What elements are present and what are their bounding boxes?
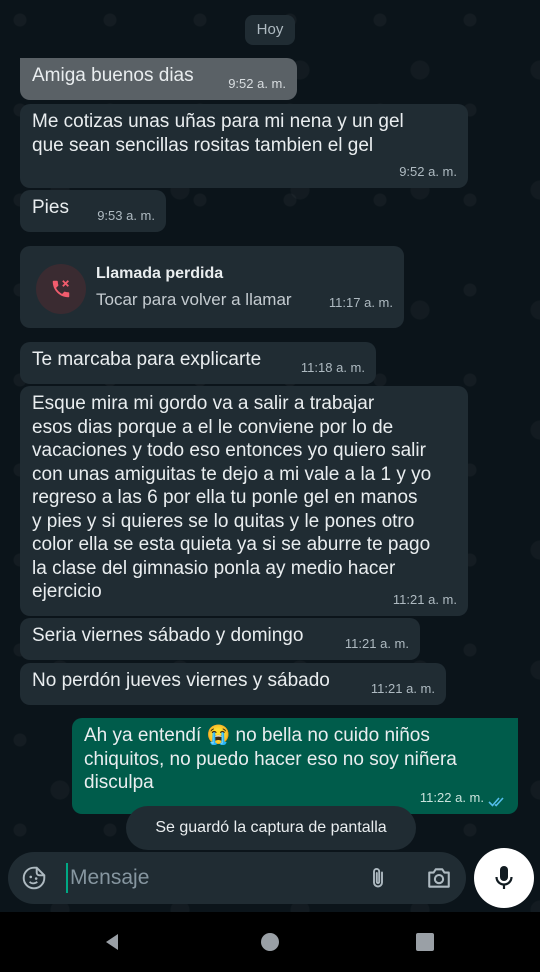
back-icon[interactable] bbox=[100, 930, 124, 954]
message-time: 11:22 a. m. bbox=[419, 789, 484, 805]
double-check-read-icon bbox=[488, 797, 504, 807]
message-bubble-outgoing[interactable]: Ah ya entendí 😭 no bella no cuido niños … bbox=[72, 718, 518, 814]
voice-message-button[interactable] bbox=[474, 848, 534, 908]
message-time: 11:21 a. m. bbox=[370, 680, 435, 696]
message-text: Ah ya entendí 😭 no bella no cuido niños … bbox=[84, 725, 457, 793]
message-time: 11:18 a. m. bbox=[300, 359, 365, 375]
home-icon[interactable] bbox=[258, 930, 282, 954]
message-bubble-incoming[interactable]: Me cotizas unas uñas para mi nena y un g… bbox=[20, 104, 468, 188]
message-bubble-incoming[interactable]: Te marcaba para explicarte 11:18 a. m. bbox=[20, 342, 376, 384]
message-input[interactable] bbox=[66, 863, 340, 893]
message-time: 11:17 a. m. bbox=[328, 294, 393, 310]
missed-call-subtitle: Tocar para volver a llamar bbox=[96, 290, 292, 309]
screenshot-saved-toast: Se guardó la captura de pantalla bbox=[126, 806, 416, 850]
message-time: 11:21 a. m. bbox=[392, 591, 457, 607]
missed-call-bubble[interactable]: Llamada perdida Tocar para volver a llam… bbox=[20, 246, 404, 328]
message-text: Te marcaba para explicarte bbox=[32, 349, 262, 370]
message-composer bbox=[8, 852, 466, 904]
message-text: No perdón jueves viernes y sábado bbox=[32, 670, 330, 691]
message-bubble-incoming[interactable]: No perdón jueves viernes y sábado 11:21 … bbox=[20, 663, 446, 705]
system-navigation-bar bbox=[0, 912, 540, 972]
message-text: Seria viernes sábado y domingo bbox=[32, 625, 304, 646]
message-text: Esque mira mi gordo va a salir a trabaja… bbox=[32, 393, 432, 602]
sticker-icon[interactable] bbox=[20, 864, 48, 892]
message-text: Amiga buenos dias bbox=[32, 65, 194, 86]
message-text: Me cotizas unas uñas para mi nena y un g… bbox=[32, 111, 404, 156]
recents-icon[interactable] bbox=[413, 930, 437, 954]
crying-laughing-emoji: 😭 bbox=[206, 725, 231, 746]
mic-icon bbox=[495, 866, 513, 889]
attach-icon[interactable] bbox=[364, 864, 392, 892]
message-bubble-incoming[interactable]: Amiga buenos dias 9:52 a. m. bbox=[20, 58, 297, 100]
date-divider: Hoy bbox=[245, 15, 295, 45]
message-bubble-incoming[interactable]: Seria viernes sábado y domingo 11:21 a. … bbox=[20, 618, 420, 660]
message-time: 9:52 a. m. bbox=[228, 75, 286, 91]
message-bubble-incoming[interactable]: Esque mira mi gordo va a salir a trabaja… bbox=[20, 386, 468, 616]
message-text: Pies bbox=[32, 197, 69, 218]
missed-call-icon bbox=[36, 264, 86, 314]
message-time: 11:21 a. m. bbox=[344, 635, 409, 651]
message-time: 9:53 a. m. bbox=[97, 207, 155, 223]
message-bubble-incoming[interactable]: Pies 9:53 a. m. bbox=[20, 190, 166, 232]
message-time: 9:52 a. m. bbox=[399, 163, 457, 179]
message-text-part: Ah ya entendí bbox=[84, 725, 207, 746]
camera-icon[interactable] bbox=[424, 864, 454, 892]
missed-call-title: Llamada perdida bbox=[96, 265, 224, 282]
